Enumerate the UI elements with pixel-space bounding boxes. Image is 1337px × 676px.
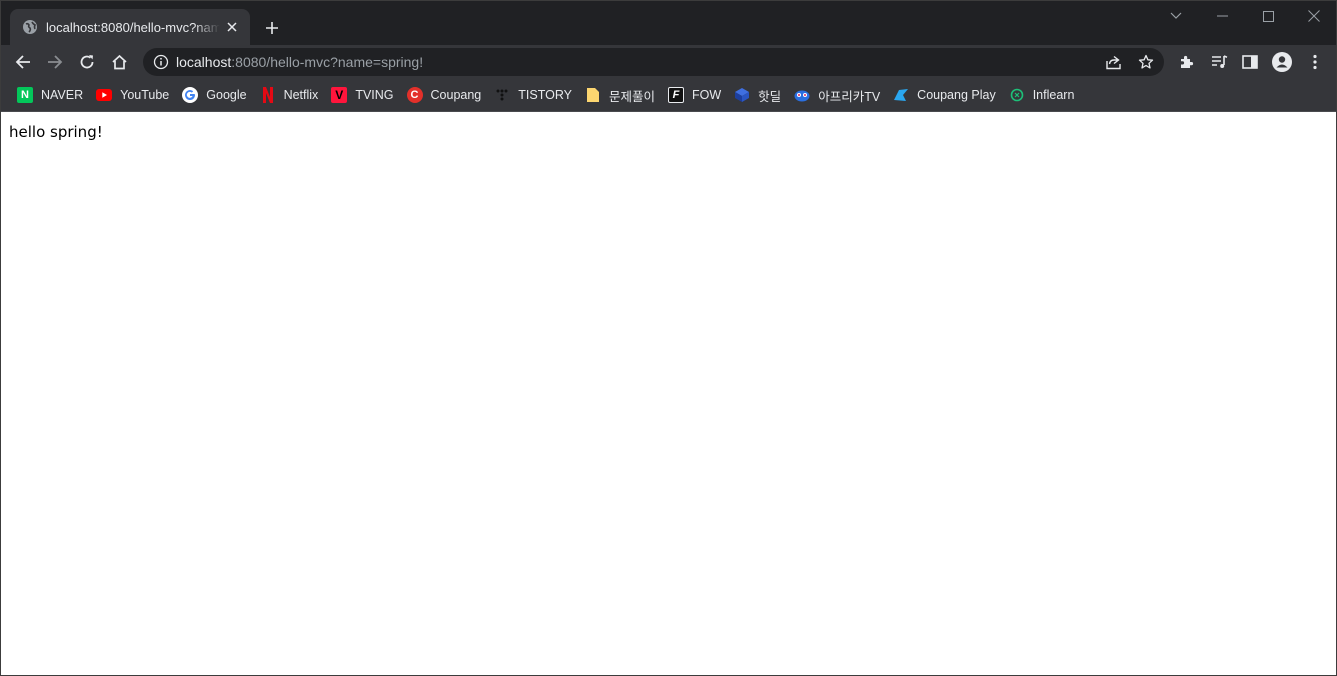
bookmark-label: Google [206,88,247,102]
reload-button[interactable] [73,48,101,76]
forward-button[interactable] [41,48,69,76]
bookmark-tving[interactable]: V TVING [327,82,399,108]
browser-window: localhost:8080/hello-mvc?name=spring! [0,0,1337,676]
arrow-right-icon [48,55,63,69]
close-window-button[interactable] [1291,1,1337,31]
coupang-play-icon [893,87,909,103]
bookmark-google[interactable]: Google [178,82,252,108]
naver-icon: N [17,87,33,103]
tab-close-icon[interactable] [224,19,240,35]
browser-toolbar: localhost:8080/hello-mvc?name=spring! [1,45,1336,79]
bookmark-naver[interactable]: N NAVER [13,82,89,108]
page-content: hello spring! [1,113,1336,675]
hotdeal-icon [734,87,750,103]
address-bar[interactable]: localhost:8080/hello-mvc?name=spring! [143,48,1164,76]
plus-icon [266,22,278,34]
share-icon [1105,55,1121,69]
url-text: localhost:8080/hello-mvc?name=spring! [176,54,423,70]
bookmark-netflix[interactable]: Netflix [256,82,325,108]
globe-icon [23,20,37,34]
side-panel-button[interactable] [1236,48,1264,76]
inflearn-icon [1009,87,1025,103]
minimize-icon [1216,15,1228,17]
home-button[interactable] [105,48,133,76]
youtube-icon [96,87,113,103]
arrow-left-icon [15,55,30,69]
bookmark-tistory[interactable]: TISTORY [490,82,578,108]
bookmark-label: Inflearn [1032,88,1075,102]
bookmark-label: Coupang [430,88,482,102]
tistory-icon [494,87,510,103]
bookmark-star-button[interactable] [1136,52,1156,72]
bookmark-label: Coupang Play [917,88,996,102]
bookmark-folder[interactable]: 문제풀이 [581,82,661,108]
bookmark-label: 문제풀이 [608,89,655,104]
profile-button[interactable] [1268,48,1296,76]
bookmark-afreecatv[interactable]: 아프리카TV [790,82,886,108]
bookmark-label: 핫딜 [758,89,782,104]
tab-search-button[interactable] [1153,1,1199,31]
bookmark-fow[interactable]: F FOW [664,82,727,108]
menu-button[interactable] [1301,48,1329,76]
minimize-button[interactable] [1199,1,1245,31]
page-body-text: hello spring! [9,123,103,141]
maximize-icon [1262,10,1274,22]
bookmark-label: NAVER [41,88,84,102]
bookmark-hotdeal[interactable]: 핫딜 [730,82,787,108]
side-panel-icon [1242,55,1258,69]
bookmark-label: 아프리카TV [818,89,881,104]
puzzle-icon [1181,55,1194,68]
maximize-button[interactable] [1245,1,1291,31]
bookmarks-bar: N NAVER YouTube Google Netflix V TVING C… [1,79,1336,112]
coupang-icon: C [406,87,423,103]
kebab-menu-icon [1313,54,1317,70]
reload-icon [80,55,94,69]
google-icon [182,87,199,103]
url-path: :8080/hello-mvc?name=spring! [231,54,424,70]
bookmark-label: TVING [355,88,394,102]
tving-icon: V [331,87,348,103]
back-button[interactable] [9,48,37,76]
url-host: localhost [176,54,232,70]
bookmark-label: YouTube [120,88,170,102]
bookmark-label: FOW [692,88,722,102]
info-icon[interactable] [153,54,169,70]
bookmark-label: Netflix [283,88,319,102]
tab-strip: localhost:8080/hello-mvc?name=spring! [1,1,1336,45]
close-icon [1308,10,1320,22]
tab-active[interactable]: localhost:8080/hello-mvc?name=spring! [10,9,250,45]
bookmark-coupang[interactable]: C Coupang [403,82,488,108]
extensions-button[interactable] [1173,48,1201,76]
afreecatv-icon [794,87,810,103]
folder-icon [585,87,601,103]
avatar-icon [1272,52,1292,72]
new-tab-button[interactable] [259,15,285,41]
star-icon [1138,54,1154,69]
share-button[interactable] [1103,52,1123,72]
fow-icon: F [668,87,684,103]
chevron-down-icon [1170,12,1182,19]
bookmark-inflearn[interactable]: Inflearn [1005,82,1081,108]
netflix-icon [260,87,276,103]
home-icon [111,54,127,70]
playlist-icon [1211,55,1227,68]
tab-title: localhost:8080/hello-mvc?name=spring! [46,19,220,35]
bookmark-coupang-play[interactable]: Coupang Play [889,82,1002,108]
bookmark-youtube[interactable]: YouTube [92,82,175,108]
bookmark-label: TISTORY [518,88,572,102]
media-control-button[interactable] [1205,48,1233,76]
